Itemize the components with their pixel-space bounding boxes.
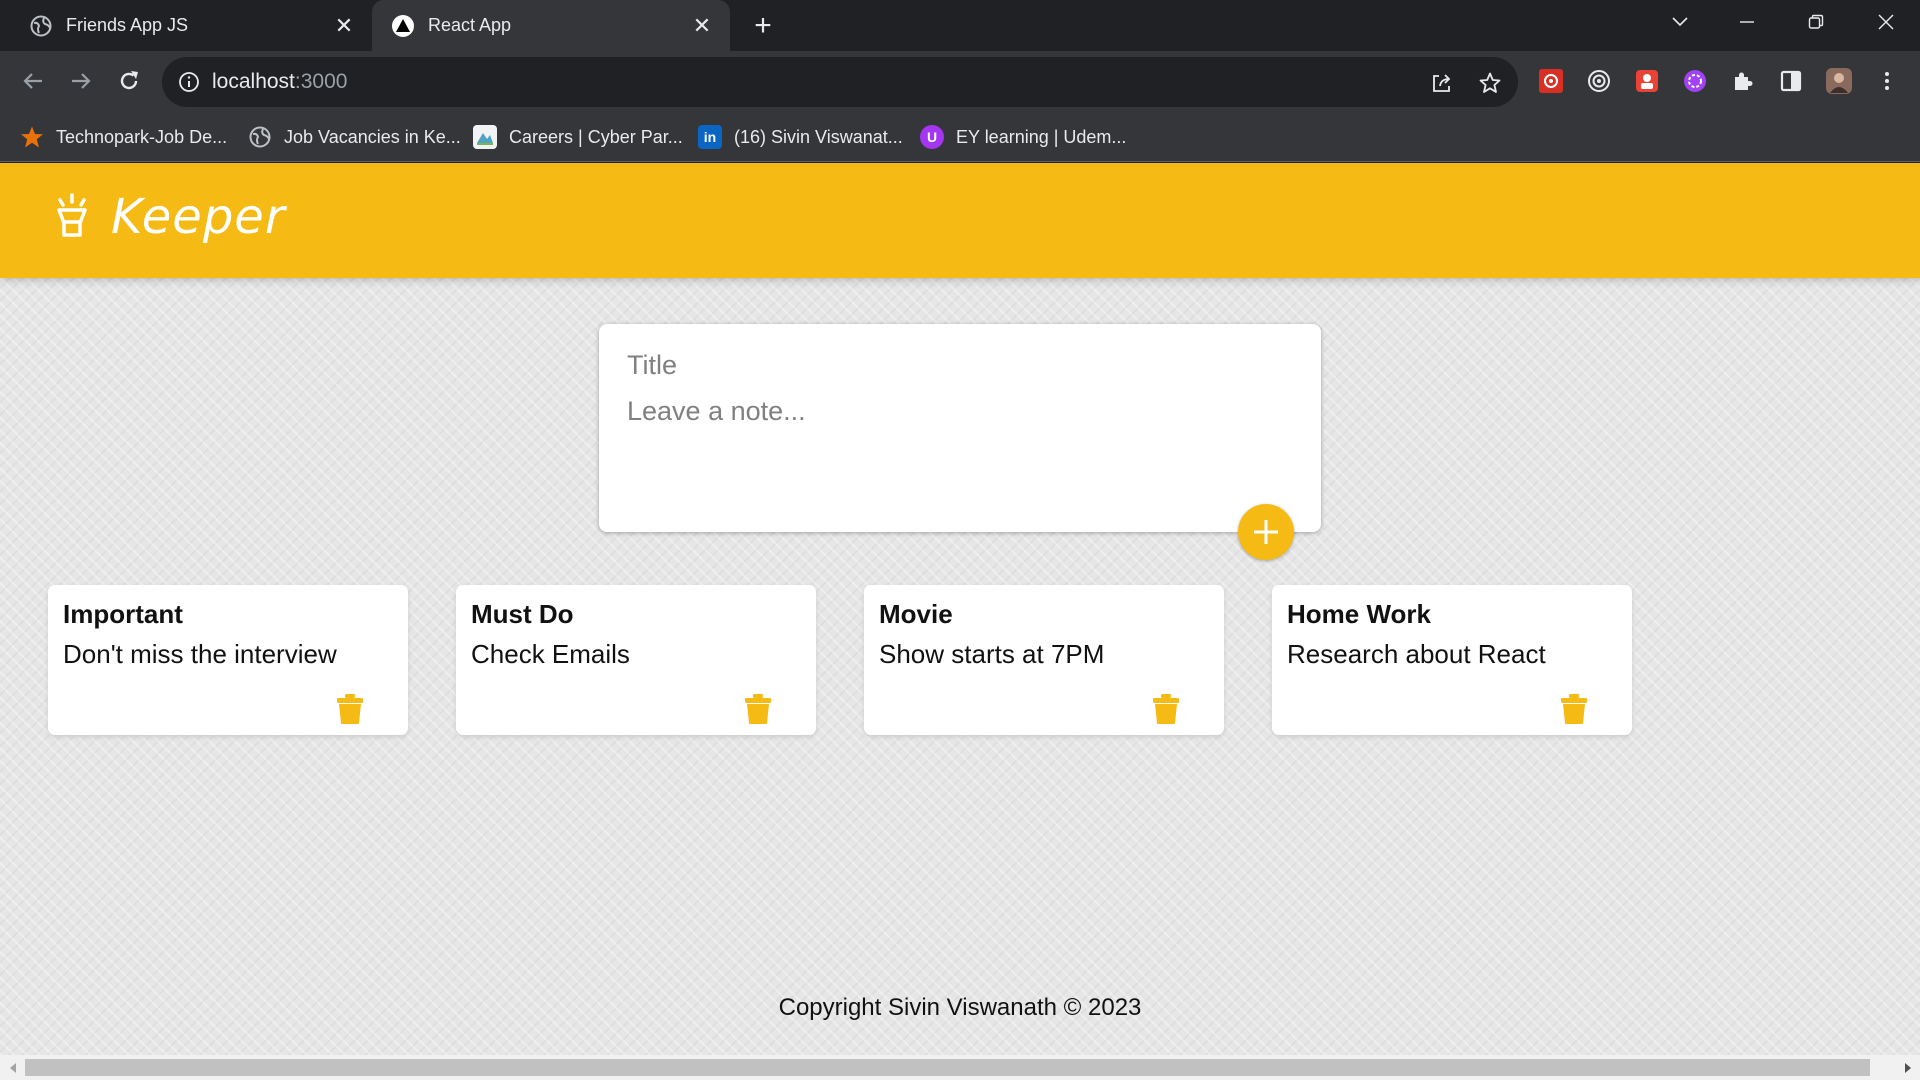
browser-tabstrip: Friends App JS ✕ React App ✕ + (0, 0, 1920, 51)
bookmark-linkedin[interactable]: in (16) Sivin Viswanat... (698, 122, 903, 152)
forward-arrow-icon[interactable] (61, 61, 101, 101)
share-icon[interactable] (1426, 67, 1458, 99)
note-content: Research about React (1287, 639, 1546, 669)
restore-icon[interactable] (1792, 0, 1840, 44)
lightbulb-icon (52, 193, 92, 243)
url-port: :3000 (294, 70, 348, 93)
linkedin-icon: in (698, 125, 722, 149)
url-host: localhost (212, 70, 295, 93)
note-content-input[interactable] (627, 396, 1287, 506)
globe-icon (30, 15, 52, 37)
tab-title: React App (428, 15, 512, 35)
delete-trash-icon[interactable] (1559, 693, 1589, 725)
tab-react-app[interactable]: React App ✕ (372, 0, 730, 51)
note-card: Home Work Research about React (1272, 585, 1632, 735)
tab-search-chevron-icon[interactable] (1656, 0, 1704, 44)
bookmark-label: Technopark-Job De... (56, 126, 228, 147)
delete-trash-icon[interactable] (335, 693, 365, 725)
tab-close-icon[interactable]: ✕ (684, 8, 720, 44)
tab-friends-app[interactable]: Friends App JS ✕ (0, 0, 372, 51)
scroll-left-arrow-icon[interactable] (0, 1055, 25, 1080)
create-note-form (599, 324, 1321, 532)
note-title: Movie (879, 599, 953, 629)
udemy-icon: U (920, 125, 944, 149)
scroll-right-arrow-icon[interactable] (1895, 1055, 1920, 1080)
tab-close-icon[interactable]: ✕ (326, 8, 362, 44)
globe-icon (248, 125, 272, 149)
bookmark-technopark[interactable]: Technopark-Job De... (20, 122, 227, 152)
horizontal-scrollbar[interactable] (0, 1055, 1920, 1080)
note-card: Must Do Check Emails (456, 585, 816, 735)
note-card: Important Don't miss the interview (48, 585, 408, 735)
reload-icon[interactable] (109, 61, 149, 101)
bookmark-label: (16) Sivin Viswanat... (734, 126, 903, 147)
bookmark-ey-learning[interactable]: U EY learning | Udem... (920, 122, 1126, 152)
note-content: Check Emails (471, 639, 630, 669)
scrollbar-thumb[interactable] (25, 1059, 1870, 1076)
note-title-input[interactable] (627, 350, 1287, 381)
react-app-triangle-icon (392, 14, 414, 37)
minimize-icon[interactable] (1723, 0, 1771, 44)
browser-toolbar: localhost:3000 (0, 51, 1920, 112)
extension-target-icon[interactable] (1583, 65, 1615, 97)
extension-orange-icon[interactable] (1631, 65, 1663, 97)
note-content: Show starts at 7PM (879, 639, 1105, 669)
bookmark-label: EY learning | Udem... (956, 126, 1127, 147)
note-title: Must Do (471, 599, 574, 629)
close-window-icon[interactable] (1862, 0, 1910, 44)
tab-title: Friends App JS (66, 15, 189, 35)
bookmark-star-icon[interactable] (1474, 67, 1506, 99)
note-title: Home Work (1287, 599, 1431, 629)
note-title: Important (63, 599, 183, 629)
site-info-icon[interactable] (176, 69, 202, 95)
delete-trash-icon[interactable] (1151, 693, 1181, 725)
add-note-button[interactable] (1238, 504, 1294, 560)
back-arrow-icon[interactable] (13, 61, 53, 101)
side-panel-icon[interactable] (1775, 65, 1807, 97)
bookmark-job-vacancies[interactable]: Job Vacancies in Ke... (248, 122, 461, 152)
plus-icon (1254, 520, 1278, 544)
bookmark-cyberpark[interactable]: Careers | Cyber Par... (473, 122, 683, 152)
bookmark-label: Job Vacancies in Ke... (284, 126, 461, 147)
profile-avatar-icon[interactable] (1823, 65, 1855, 97)
note-card: Movie Show starts at 7PM (864, 585, 1224, 735)
bookmark-label: Careers | Cyber Par... (509, 126, 683, 147)
new-tab-button[interactable]: + (744, 7, 782, 45)
extension-red-icon[interactable] (1535, 65, 1567, 97)
bookmarks-bar: Technopark-Job De... Job Vacancies in Ke… (0, 112, 1920, 162)
footer-copyright: Copyright Sivin Viswanath © 2023 (778, 994, 1142, 1021)
extension-purple-icon[interactable] (1679, 65, 1711, 97)
app-header: Keeper (0, 163, 1920, 278)
delete-trash-icon[interactable] (743, 693, 773, 725)
extensions-puzzle-icon[interactable] (1727, 65, 1759, 97)
note-content: Don't miss the interview (63, 639, 337, 669)
url-text: localhost:3000 (212, 70, 347, 94)
star-icon (20, 125, 44, 149)
cyberpark-icon (473, 125, 497, 149)
app-brand-title: Keeper (111, 189, 286, 245)
more-menu-icon[interactable] (1871, 65, 1903, 97)
page-viewport: Keeper Important Don't miss the intervie… (0, 163, 1920, 1055)
address-bar[interactable]: localhost:3000 (162, 57, 1518, 107)
